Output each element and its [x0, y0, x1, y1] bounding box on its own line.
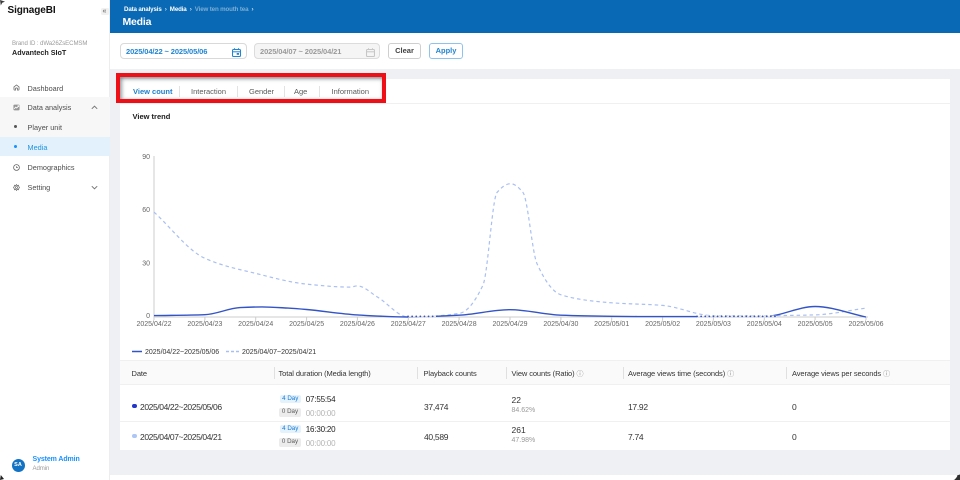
- svg-text:2025/04/24: 2025/04/24: [238, 321, 273, 328]
- svg-text:2025/04/22~2025/05/06: 2025/04/22~2025/05/06: [145, 349, 219, 356]
- svg-text:2025/05/06: 2025/05/06: [848, 321, 883, 328]
- svg-text:2025/04/27: 2025/04/27: [391, 321, 426, 328]
- svg-text:2025/04/28: 2025/04/28: [442, 321, 477, 328]
- svg-text:2025/05/03: 2025/05/03: [696, 321, 731, 328]
- svg-text:2025/04/29: 2025/04/29: [492, 321, 527, 328]
- svg-text:2025/04/23: 2025/04/23: [187, 321, 222, 328]
- svg-text:2025/04/25: 2025/04/25: [289, 321, 324, 328]
- svg-text:2025/05/05: 2025/05/05: [798, 321, 833, 328]
- svg-text:2025/05/01: 2025/05/01: [594, 321, 629, 328]
- svg-text:60: 60: [142, 207, 150, 214]
- svg-text:2025/04/07~2025/04/21: 2025/04/07~2025/04/21: [242, 349, 316, 356]
- svg-text:2025/04/26: 2025/04/26: [340, 321, 375, 328]
- svg-text:2025/04/30: 2025/04/30: [543, 321, 578, 328]
- svg-text:30: 30: [142, 261, 150, 268]
- svg-text:90: 90: [142, 154, 150, 161]
- svg-text:2025/05/02: 2025/05/02: [645, 321, 680, 328]
- svg-text:2025/05/04: 2025/05/04: [747, 321, 782, 328]
- svg-text:2025/04/22: 2025/04/22: [136, 321, 171, 328]
- svg-text:0: 0: [146, 313, 150, 320]
